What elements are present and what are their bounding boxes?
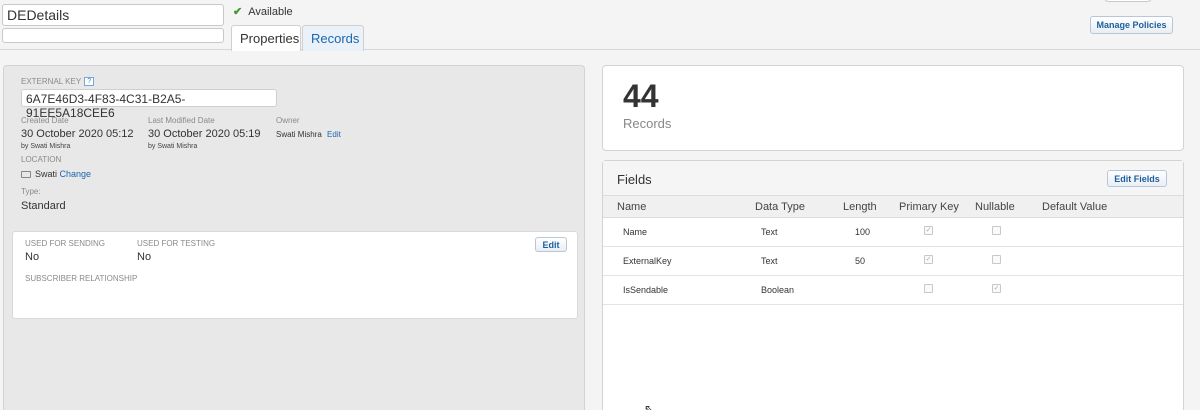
properties-panel: EXTERNAL KEY? 6A7E46D3-4F83-4C31-B2A5-91… (3, 65, 585, 410)
used-for-sending-value: No (25, 251, 40, 263)
table-row[interactable]: Name Text 100 ✓ (603, 218, 1183, 247)
modified-date-label: Last Modified Date (148, 116, 215, 125)
data-extension-description-input[interactable] (2, 28, 224, 43)
external-key-label: EXTERNAL KEY? (21, 77, 95, 87)
field-length: 50 (855, 256, 866, 266)
owner-value: Swati Mishra Edit (276, 130, 341, 139)
field-name: IsSendable (623, 285, 669, 295)
sending-edit-button[interactable]: Edit (535, 237, 567, 252)
used-for-sending-label: USED FOR SENDING (25, 239, 106, 248)
fields-title: Fields (617, 172, 652, 187)
tab-properties-label: Properties (240, 31, 300, 46)
fields-header: Fields Edit Fields (603, 161, 1183, 196)
sending-settings-box: USED FOR SENDING No USED FOR TESTING No … (12, 231, 578, 319)
column-header-data-type[interactable]: Data Type (755, 201, 805, 213)
owner-edit-link[interactable]: Edit (327, 130, 341, 139)
fields-panel: Fields Edit Fields Name Data Type Length… (602, 160, 1184, 410)
edit-fields-button[interactable]: Edit Fields (1107, 170, 1167, 187)
modified-date-value: 30 October 2020 05:19 (148, 128, 261, 140)
column-header-length[interactable]: Length (843, 201, 877, 213)
data-extension-name-input[interactable] (2, 4, 224, 26)
table-row[interactable]: ExternalKey Text 50 ✓ (603, 247, 1183, 276)
created-date-value: 30 October 2020 05:12 (21, 128, 134, 140)
top-right-control[interactable] (1103, 0, 1153, 2)
used-for-testing-label: USED FOR TESTING (137, 239, 216, 248)
field-name: ExternalKey (623, 256, 672, 266)
field-name: Name (623, 227, 648, 237)
checkmark-icon: ✔ (233, 6, 243, 18)
folder-icon (21, 171, 31, 179)
help-icon[interactable]: ? (84, 77, 95, 87)
created-date-label: Created Date (21, 116, 69, 125)
records-summary-panel: 44 Records (602, 65, 1184, 151)
manage-policies-button[interactable]: Manage Policies (1090, 16, 1173, 34)
records-count: 44 (623, 78, 659, 114)
mouse-cursor-icon: ⇖ (644, 402, 655, 410)
tab-properties[interactable]: Properties (231, 25, 301, 51)
location-change-link[interactable]: Change (60, 169, 92, 179)
type-label: Type: (21, 187, 41, 196)
field-data-type: Boolean (761, 285, 795, 295)
location-value: Swati Change (21, 169, 91, 179)
top-bar: ✔ Available Properties Records Manage Po… (0, 0, 1200, 51)
column-header-primary-key[interactable]: Primary Key (899, 201, 959, 213)
external-key-field[interactable]: 6A7E46D3-4F83-4C31-B2A5-91EE5A18CEE6 (21, 89, 277, 120)
nullable-checkbox (992, 255, 1001, 264)
used-for-testing-value: No (137, 251, 152, 263)
nullable-checkbox: ✓ (992, 284, 1001, 293)
records-label: Records (623, 116, 672, 131)
tab-records[interactable]: Records (302, 25, 364, 51)
location-label: LOCATION (21, 155, 62, 164)
primary-key-checkbox (924, 284, 933, 293)
nullable-checkbox (992, 226, 1001, 235)
primary-key-checkbox: ✓ (924, 255, 933, 264)
modified-by: by Swati Mishra (148, 143, 198, 150)
field-length: 100 (855, 227, 871, 237)
tab-records-label: Records (311, 31, 360, 46)
table-row[interactable]: IsSendable Boolean ✓ (603, 276, 1183, 305)
primary-key-checkbox: ✓ (924, 226, 933, 235)
column-header-default-value[interactable]: Default Value (1042, 201, 1107, 213)
subscriber-relationship-label: SUBSCRIBER RELATIONSHIP (25, 274, 138, 283)
column-header-nullable[interactable]: Nullable (975, 201, 1015, 213)
column-header-name[interactable]: Name (617, 201, 646, 213)
status-indicator: ✔ Available (233, 5, 293, 19)
type-value: Standard (21, 200, 66, 212)
owner-label: Owner (276, 116, 300, 125)
fields-table-header: Name Data Type Length Primary Key Nullab… (603, 196, 1183, 218)
field-data-type: Text (761, 256, 778, 266)
created-by: by Swati Mishra (21, 143, 71, 150)
field-data-type: Text (761, 227, 778, 237)
status-text: Available (248, 5, 293, 18)
